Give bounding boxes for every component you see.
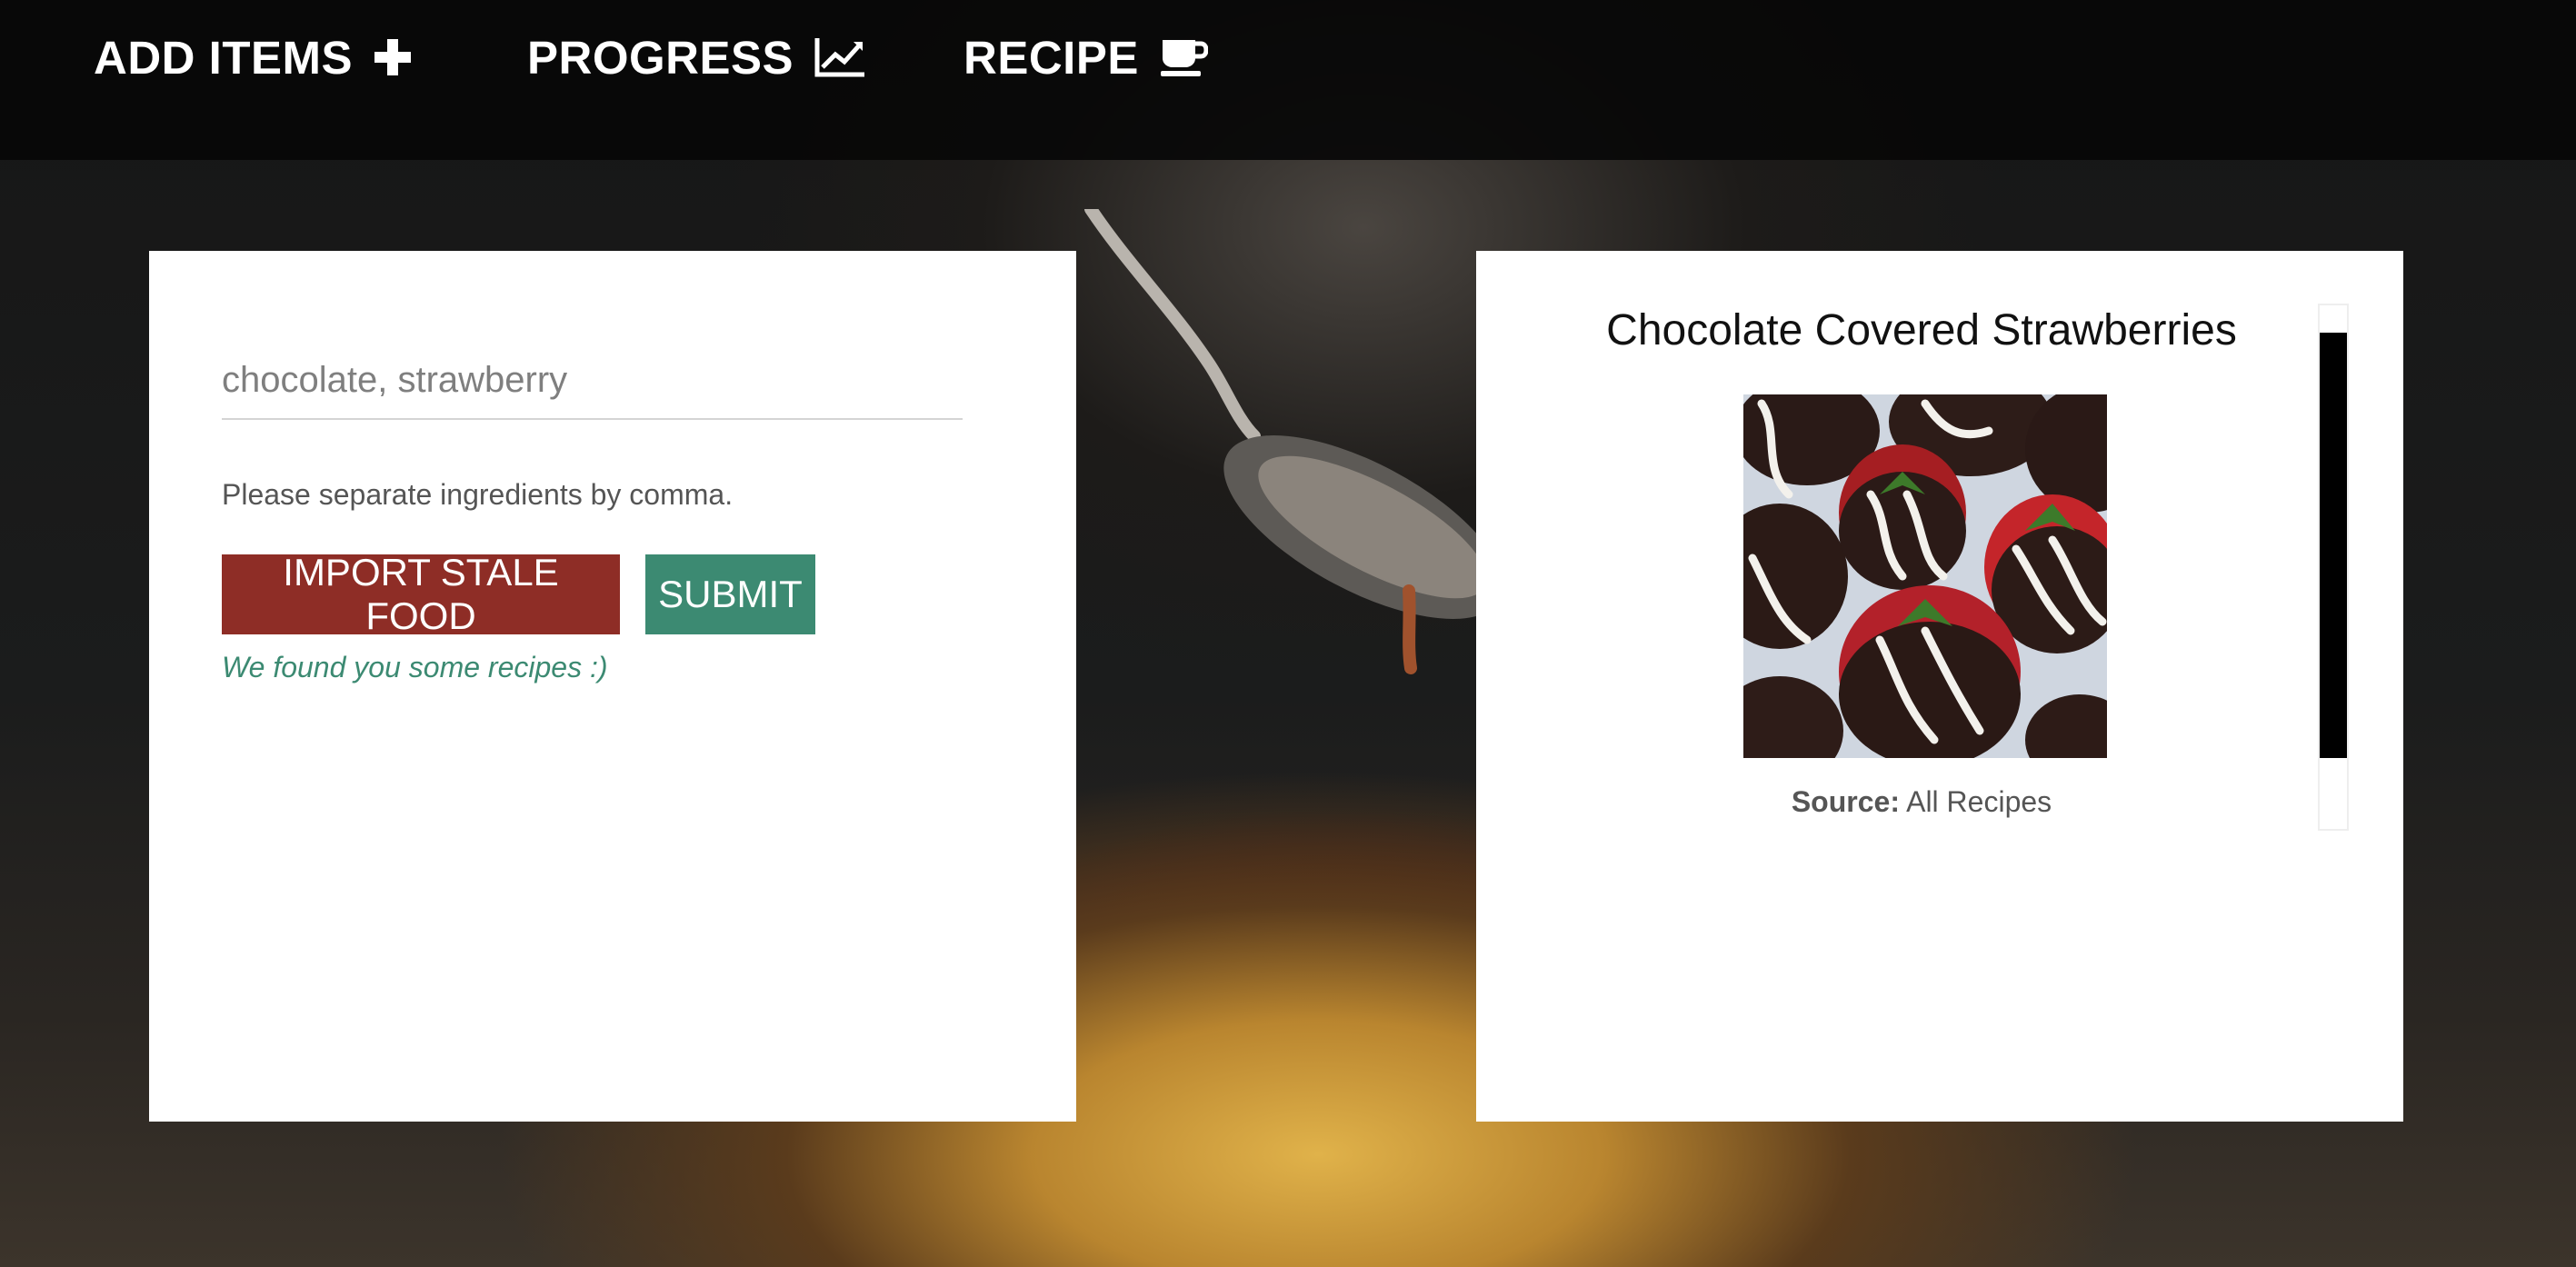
coffee-cup-icon — [1159, 36, 1208, 78]
recipe-title[interactable]: Chocolate Covered Strawberries — [1476, 305, 2367, 355]
helper-text: Please separate ingredients by comma. — [222, 478, 734, 511]
top-navbar: ADD ITEMS PROGRESS RECIPE — [0, 0, 2576, 160]
recipe-image[interactable] — [1743, 394, 2107, 758]
nav-recipe-label: RECIPE — [964, 31, 1139, 84]
line-chart-icon — [814, 36, 866, 78]
nav-progress-label: PROGRESS — [527, 31, 794, 84]
import-stale-food-button[interactable]: IMPORT STALE FOOD — [222, 551, 620, 637]
background-spoon-image — [1073, 203, 1503, 682]
status-message: We found you some recipes :) — [222, 651, 608, 683]
ingredients-panel: Please separate ingredients by comma. IM… — [149, 251, 1076, 1122]
recipe-source: Source: All Recipes — [1476, 785, 2367, 819]
nav-add-items-label: ADD ITEMS — [94, 31, 353, 84]
recipe-scrollbar-thumb[interactable] — [2320, 333, 2347, 758]
nav-add-items[interactable]: ADD ITEMS — [94, 25, 413, 89]
submit-button[interactable]: SUBMIT — [645, 554, 815, 634]
nav-progress[interactable]: PROGRESS — [527, 25, 866, 89]
ingredients-input[interactable] — [222, 342, 963, 420]
recipe-panel: Chocolate Covered Strawberries Source: A… — [1476, 251, 2403, 1122]
recipe-source-label: Source: — [1791, 785, 1900, 818]
nav-recipe[interactable]: RECIPE — [964, 25, 1208, 89]
recipe-source-value: All Recipes — [1906, 785, 2052, 818]
plus-icon — [373, 37, 413, 77]
